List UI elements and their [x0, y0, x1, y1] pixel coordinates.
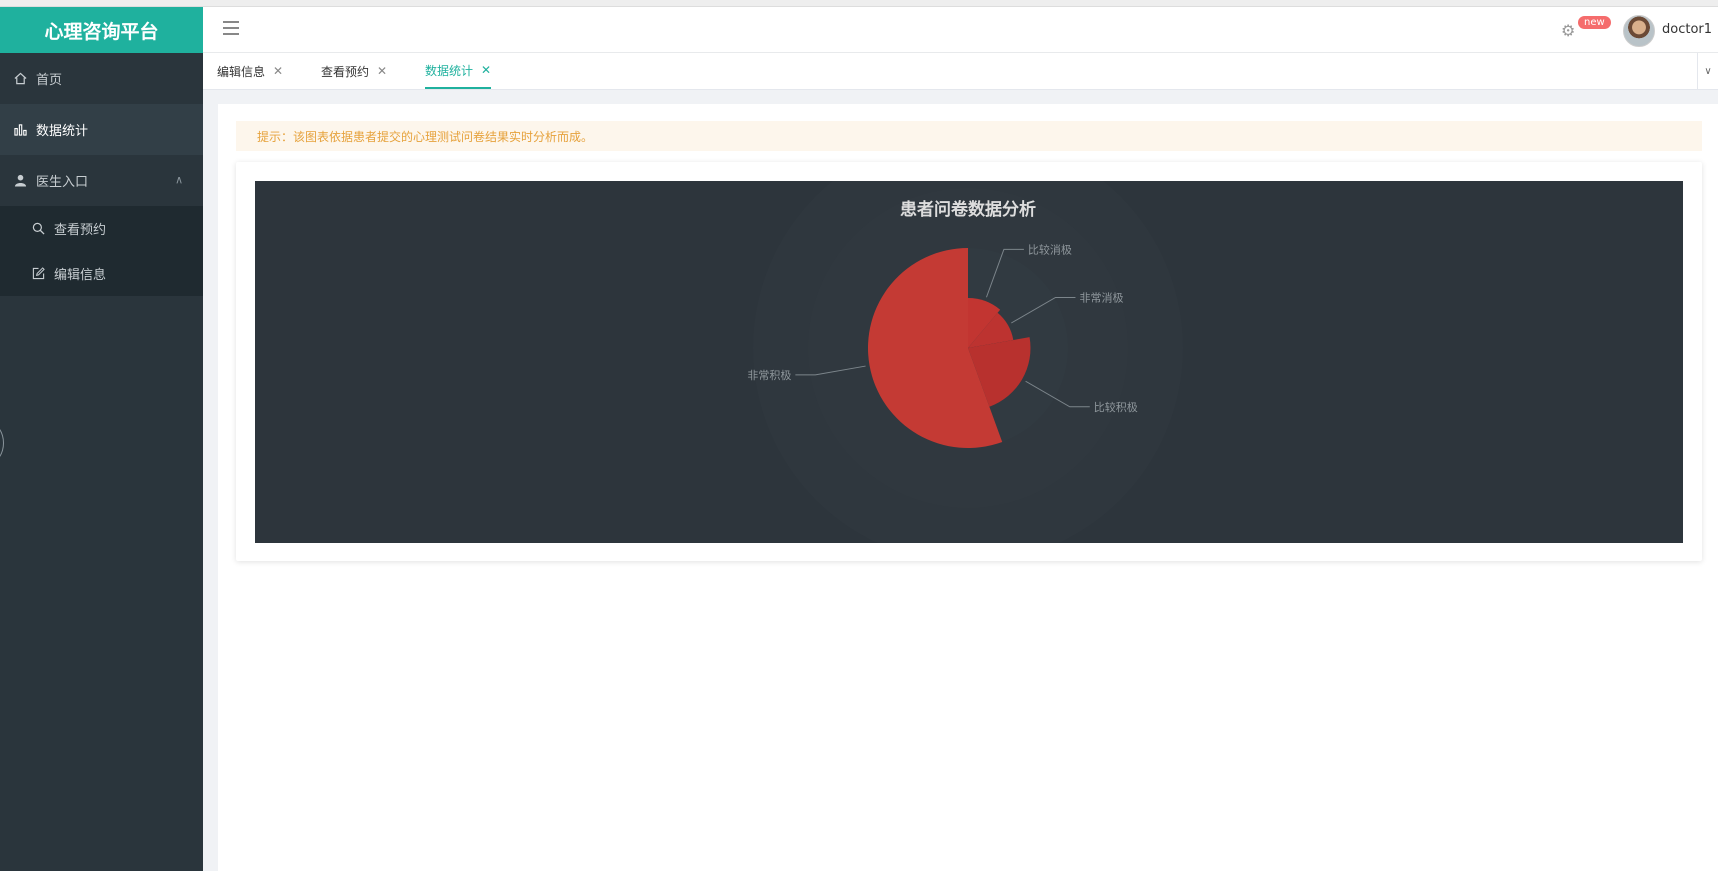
search-icon: [32, 222, 54, 235]
tab-edit-info[interactable]: 编辑信息 ✕: [217, 53, 283, 89]
slice-label: 比较积极: [1094, 400, 1138, 414]
browser-top-strip: [0, 0, 1718, 7]
tab-label: 数据统计: [425, 63, 474, 78]
close-icon[interactable]: ✕: [481, 63, 491, 77]
rose-chart-svg: 患者问卷数据分析 比较消极非常消极比较积极 非常积极: [747, 181, 1183, 543]
tip-alert: 提示：该图表依据患者提交的心理测试问卷结果实时分析而成。: [236, 121, 1702, 151]
chevron-up-icon: ∨: [174, 174, 183, 187]
new-badge: new: [1578, 16, 1611, 29]
sidebar-item-home[interactable]: 首页: [0, 53, 203, 104]
tab-bar: 编辑信息 ✕ 查看预约 ✕ 数据统计 ✕ ∨: [203, 53, 1718, 90]
gear-icon[interactable]: ⚙: [1561, 21, 1575, 40]
edit-icon: [32, 267, 54, 280]
sidebar-item-statistics[interactable]: 数据统计: [0, 104, 203, 155]
sidebar-item-label: 医生入口: [36, 175, 89, 190]
app-logo: 心理咨询平台: [0, 7, 203, 53]
floating-handle[interactable]: [0, 423, 4, 463]
tab-label: 查看预约: [321, 64, 370, 79]
slice-label: 非常积极: [747, 368, 791, 382]
menu-toggle-icon[interactable]: [223, 21, 239, 35]
avatar[interactable]: [1623, 15, 1655, 47]
slice-label: 非常消极: [1079, 291, 1123, 305]
sidebar-item-doctor-entry[interactable]: 医生入口 ∨: [0, 155, 203, 206]
username[interactable]: doctor1: [1662, 22, 1712, 37]
sidebar-item-label: 查看预约: [54, 223, 107, 238]
sidebar-item-view-appointments[interactable]: 查看预约: [0, 206, 203, 251]
sidebar-item-label: 数据统计: [36, 124, 89, 139]
chart-title: 患者问卷数据分析: [900, 199, 1036, 219]
home-icon: [14, 72, 36, 85]
sidebar-item-edit-info[interactable]: 编辑信息: [0, 251, 203, 296]
user-icon: [14, 174, 36, 187]
close-icon[interactable]: ✕: [273, 64, 283, 78]
chevron-down-icon[interactable]: ∨: [1697, 53, 1718, 89]
tab-label: 编辑信息: [217, 64, 266, 79]
sidebar-item-label: 编辑信息: [54, 268, 107, 283]
sidebar-item-label: 首页: [36, 73, 63, 88]
slice-label: 比较消极: [1028, 242, 1072, 256]
close-icon[interactable]: ✕: [377, 64, 387, 78]
doctor-submenu: 查看预约 编辑信息: [0, 206, 203, 296]
sidebar: 心理咨询平台 首页 数据统计 医生入口 ∨ 查看预约 编辑信息: [0, 7, 203, 871]
top-header: ⚙ new doctor1: [203, 7, 1718, 53]
bar-chart-icon: [14, 123, 36, 136]
chart-area: 患者问卷数据分析 比较消极非常消极比较积极 非常积极: [255, 181, 1683, 543]
tab-statistics[interactable]: 数据统计 ✕: [425, 53, 492, 89]
tab-view-appointments[interactable]: 查看预约 ✕: [321, 53, 387, 89]
